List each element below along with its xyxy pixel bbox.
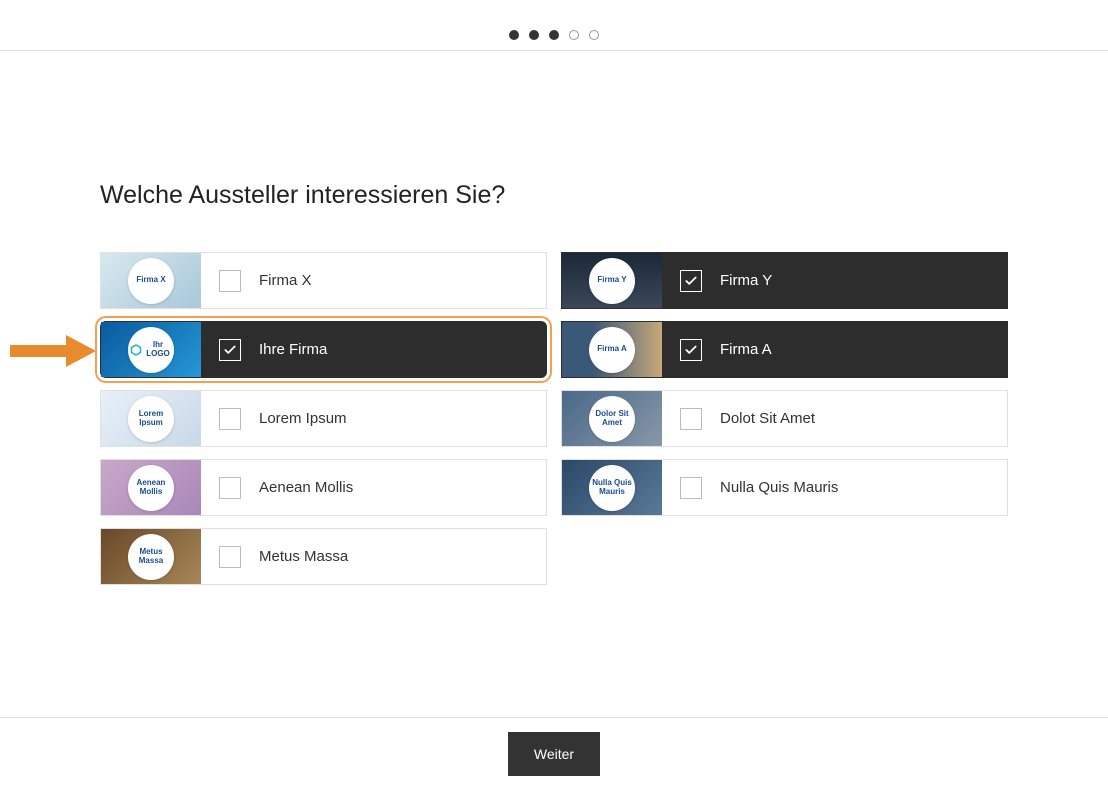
exhibitor-checkbox[interactable] xyxy=(680,270,702,292)
exhibitor-card-aenean-mollis[interactable]: Aenean Mollis Aenean Mollis xyxy=(100,459,547,516)
exhibitor-card-ihre-firma[interactable]: Ihr LOGO Ihre Firma xyxy=(100,321,547,378)
exhibitor-label: Aenean Mollis xyxy=(259,479,353,496)
exhibitor-label: Metus Massa xyxy=(259,548,348,565)
exhibitor-checkbox[interactable] xyxy=(680,339,702,361)
content-area: Welche Aussteller interessieren Sie? Fir… xyxy=(0,51,1108,625)
exhibitor-checkbox[interactable] xyxy=(680,408,702,430)
step-dot-3 xyxy=(549,30,559,40)
step-dot-1 xyxy=(509,30,519,40)
step-indicator xyxy=(0,0,1108,50)
exhibitor-card-firma-x[interactable]: Firma X Firma X xyxy=(100,252,547,309)
next-button[interactable]: Weiter xyxy=(508,732,600,776)
exhibitor-checkbox[interactable] xyxy=(680,477,702,499)
exhibitor-logo-text: Firma X xyxy=(136,276,165,285)
exhibitor-logo: Nulla Quis Mauris xyxy=(589,465,635,511)
exhibitor-label: Lorem Ipsum xyxy=(259,410,347,427)
exhibitor-checkbox[interactable] xyxy=(219,546,241,568)
page-container: Welche Aussteller interessieren Sie? Fir… xyxy=(0,0,1108,798)
exhibitor-label: Firma X xyxy=(259,272,312,289)
check-icon xyxy=(684,343,698,357)
exhibitor-logo: Dolor Sit Amet xyxy=(589,396,635,442)
exhibitor-logo-text: Metus Massa xyxy=(130,548,172,566)
exhibitor-logo-text: Ihr LOGO xyxy=(144,341,172,359)
check-icon xyxy=(223,343,237,357)
exhibitor-label: Firma A xyxy=(720,341,772,358)
exhibitor-card-nulla-quis-mauris[interactable]: Nulla Quis Mauris Nulla Quis Mauris xyxy=(561,459,1008,516)
exhibitor-grid: Firma X Firma X Firma Y Firma Y Ihr LOGO Ihre… xyxy=(100,252,1008,585)
exhibitor-logo-text: Firma A xyxy=(597,345,627,354)
exhibitor-logo: Ihr LOGO xyxy=(128,327,174,373)
exhibitor-checkbox[interactable] xyxy=(219,477,241,499)
exhibitor-thumb: Firma Y xyxy=(562,253,662,308)
exhibitor-card-lorem-ipsum[interactable]: Lorem Ipsum Lorem Ipsum xyxy=(100,390,547,447)
exhibitor-card-metus-massa[interactable]: Metus Massa Metus Massa xyxy=(100,528,547,585)
exhibitor-label: Nulla Quis Mauris xyxy=(720,479,838,496)
exhibitor-label: Ihre Firma xyxy=(259,341,327,358)
exhibitor-logo: Firma X xyxy=(128,258,174,304)
exhibitor-label: Dolot Sit Amet xyxy=(720,410,815,427)
exhibitor-card-dolot-sit-amet[interactable]: Dolor Sit Amet Dolot Sit Amet xyxy=(561,390,1008,447)
exhibitor-logo-text: Nulla Quis Mauris xyxy=(591,479,633,497)
exhibitor-checkbox[interactable] xyxy=(219,408,241,430)
exhibitor-logo-text: Lorem Ipsum xyxy=(130,410,172,428)
exhibitor-logo-text: Dolor Sit Amet xyxy=(591,410,633,428)
step-dot-2 xyxy=(529,30,539,40)
exhibitor-thumb: Ihr LOGO xyxy=(101,322,201,377)
exhibitor-checkbox[interactable] xyxy=(219,339,241,361)
exhibitor-thumb: Dolor Sit Amet xyxy=(562,391,662,446)
exhibitor-logo: Firma A xyxy=(589,327,635,373)
step-dot-5 xyxy=(589,30,599,40)
exhibitor-logo: Aenean Mollis xyxy=(128,465,174,511)
exhibitor-logo-text: Aenean Mollis xyxy=(130,479,172,497)
exhibitor-thumb: Aenean Mollis xyxy=(101,460,201,515)
check-icon xyxy=(684,274,698,288)
exhibitor-card-firma-y[interactable]: Firma Y Firma Y xyxy=(561,252,1008,309)
exhibitor-label: Firma Y xyxy=(720,272,772,289)
exhibitor-logo: Metus Massa xyxy=(128,534,174,580)
step-dot-4 xyxy=(569,30,579,40)
page-title: Welche Aussteller interessieren Sie? xyxy=(100,181,1008,210)
footer-bar: Weiter xyxy=(0,717,1108,798)
exhibitor-thumb: Nulla Quis Mauris xyxy=(562,460,662,515)
exhibitor-card-firma-a[interactable]: Firma A Firma A xyxy=(561,321,1008,378)
exhibitor-thumb: Lorem Ipsum xyxy=(101,391,201,446)
exhibitor-thumb: Firma X xyxy=(101,253,201,308)
exhibitor-logo-text: Firma Y xyxy=(597,276,626,285)
exhibitor-logo: Firma Y xyxy=(589,258,635,304)
exhibitor-logo: Lorem Ipsum xyxy=(128,396,174,442)
exhibitor-checkbox[interactable] xyxy=(219,270,241,292)
exhibitor-thumb: Firma A xyxy=(562,322,662,377)
exhibitor-thumb: Metus Massa xyxy=(101,529,201,584)
